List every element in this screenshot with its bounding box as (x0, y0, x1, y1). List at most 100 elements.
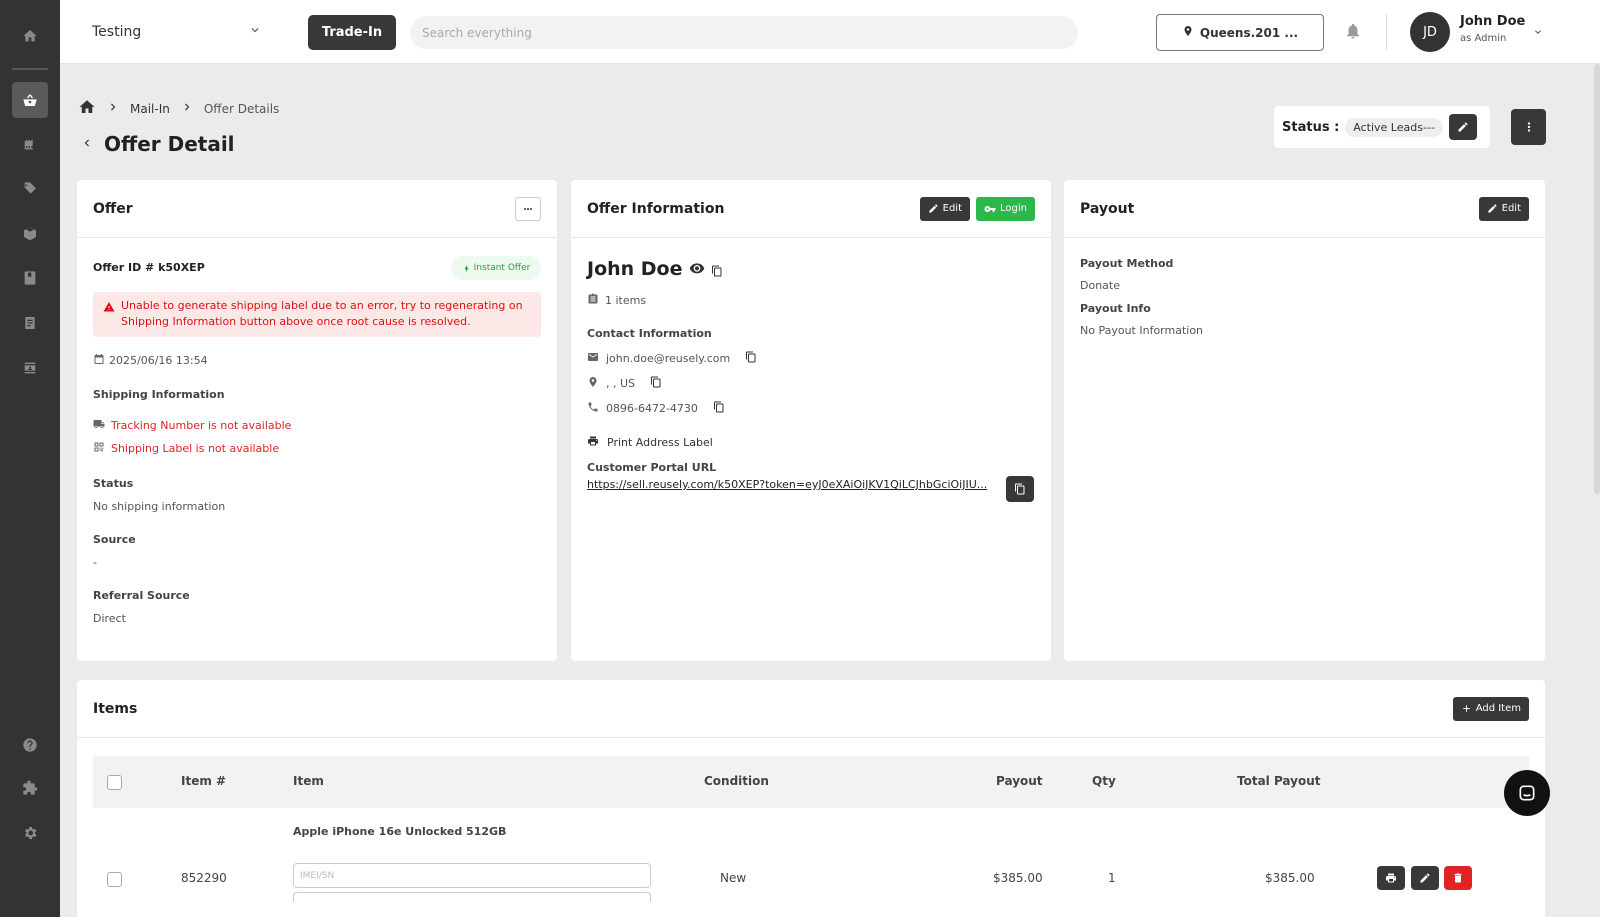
location-label: Queens.201 ... (1199, 25, 1299, 40)
status-label: Status : (1282, 119, 1340, 135)
pencil-icon (1420, 873, 1430, 883)
items-card: Items Add Item Item # Item Condition Pay… (77, 680, 1545, 917)
edit-status-button[interactable] (1448, 114, 1477, 140)
items-count-row: 1 items (587, 293, 646, 308)
boxes-icon[interactable] (12, 215, 48, 251)
location-pin-icon (1182, 25, 1194, 40)
add-item-button[interactable]: Add Item (1452, 696, 1529, 721)
customer-name-row: John Doe (587, 258, 723, 280)
chevron-down-icon[interactable] (1532, 26, 1544, 38)
col-total-payout: Total Payout (1237, 774, 1321, 788)
location-pin-icon (587, 376, 599, 391)
copy-url-button[interactable] (1006, 476, 1034, 502)
offer-options-button[interactable] (515, 196, 541, 221)
topbar: Testing Trade-In Queens.201 ... JD John … (60, 0, 1600, 64)
more-actions-button[interactable] (1511, 109, 1546, 145)
tag-icon[interactable] (12, 171, 48, 207)
breadcrumb-offer-details: Offer Details (203, 101, 280, 116)
warehouse-icon[interactable] (12, 126, 48, 162)
col-qty: Qty (1092, 774, 1116, 788)
pencil-icon (1488, 204, 1497, 213)
bell-icon[interactable] (1344, 22, 1364, 42)
source-value: - (93, 556, 97, 569)
edit-payout-button[interactable]: Edit (1478, 196, 1529, 221)
help-icon[interactable] (12, 727, 48, 763)
copy-icon[interactable] (711, 259, 723, 280)
kebab-icon (1527, 122, 1530, 132)
book-icon[interactable] (12, 260, 48, 296)
delete-item-button[interactable] (1444, 866, 1472, 890)
chevron-left-icon[interactable] (80, 136, 94, 153)
status-badge: Active Leads--- (1345, 117, 1443, 137)
offer-card-header: Offer (77, 180, 557, 238)
printer-icon (1386, 873, 1396, 883)
warning-icon (103, 302, 115, 312)
trash-icon (1454, 873, 1462, 883)
phone-icon (587, 401, 599, 416)
search-input[interactable] (410, 16, 1078, 49)
bolt-icon (464, 264, 469, 272)
phone-row: 0896-6472-4730 (587, 401, 725, 416)
items-title: Items (93, 700, 138, 717)
item-number: 852290 (181, 871, 227, 885)
col-condition: Condition (704, 774, 769, 788)
print-address-button[interactable]: Print Address Label (587, 435, 713, 450)
tracking-row: Tracking Number is not available (93, 418, 291, 433)
edit-customer-button[interactable]: Edit (919, 196, 971, 221)
contact-card-icon[interactable] (12, 350, 48, 386)
portal-url-label: Customer Portal URL (587, 461, 717, 474)
avatar[interactable]: JD (1410, 12, 1450, 52)
store-select[interactable]: Testing (92, 20, 262, 44)
login-button[interactable]: Login (976, 196, 1035, 221)
plus-icon (1462, 705, 1470, 712)
referral-value: Direct (93, 612, 126, 625)
print-item-button[interactable] (1377, 866, 1405, 890)
offer-date-row: 2025/06/16 13:54 (93, 353, 208, 368)
payout-card: Payout Edit Payout Method Donate Payout … (1064, 180, 1545, 661)
breadcrumb-mail-in[interactable]: Mail-In (130, 102, 170, 116)
row-checkbox[interactable] (107, 872, 122, 887)
shipping-label-status: Shipping Label is not available (111, 442, 280, 455)
items-table-header: Item # Item Condition Payout Qty Total P… (93, 756, 1529, 808)
topbar-divider (1386, 14, 1387, 50)
edit-item-button[interactable] (1411, 866, 1439, 890)
portal-url-link[interactable]: https://sell.reusely.com/k50XEP?token=ey… (587, 478, 993, 491)
payout-info-value: No Payout Information (1080, 324, 1204, 337)
document-icon[interactable] (12, 305, 48, 341)
chevron-right-icon (106, 100, 120, 117)
eye-icon[interactable] (689, 260, 705, 279)
pencil-icon (929, 204, 938, 213)
pencil-icon (1458, 122, 1468, 132)
location-button[interactable]: Queens.201 ... (1156, 14, 1324, 51)
login-label: Login (1000, 203, 1027, 214)
items-header: Items Add Item (77, 680, 1545, 738)
payout-info-label: Payout Info (1080, 302, 1151, 315)
instant-offer-label: Instant Offer (473, 263, 531, 273)
home-icon[interactable] (12, 18, 48, 54)
select-all-checkbox[interactable] (107, 775, 122, 790)
col-payout: Payout (996, 774, 1043, 788)
qr-code-icon (93, 441, 105, 456)
offer-info-header: Offer Information Edit Login (571, 180, 1051, 238)
referral-label: Referral Source (93, 589, 190, 602)
page-title: Offer Detail (104, 132, 235, 156)
edit-label: Edit (942, 203, 963, 214)
copy-icon[interactable] (745, 351, 757, 366)
basket-icon[interactable] (12, 82, 48, 118)
chat-launcher-button[interactable] (1504, 770, 1550, 816)
sidebar-divider (12, 68, 48, 70)
imei-input[interactable] (293, 863, 651, 888)
shipping-error-alert: Unable to generate shipping label due to… (93, 292, 541, 337)
page-scrollbar[interactable] (1594, 64, 1600, 494)
puzzle-icon[interactable] (12, 770, 48, 806)
second-input-edge[interactable] (293, 892, 651, 902)
payout-header: Payout Edit (1064, 180, 1545, 238)
copy-icon[interactable] (650, 376, 662, 391)
offer-date: 2025/06/16 13:54 (109, 354, 208, 367)
gear-icon[interactable] (12, 815, 48, 851)
item-qty: 1 (1108, 871, 1116, 885)
copy-icon[interactable] (713, 401, 725, 416)
user-name[interactable]: John Doe (1460, 14, 1525, 29)
home-icon[interactable] (78, 98, 96, 119)
trade-in-button[interactable]: Trade-In (308, 15, 396, 50)
